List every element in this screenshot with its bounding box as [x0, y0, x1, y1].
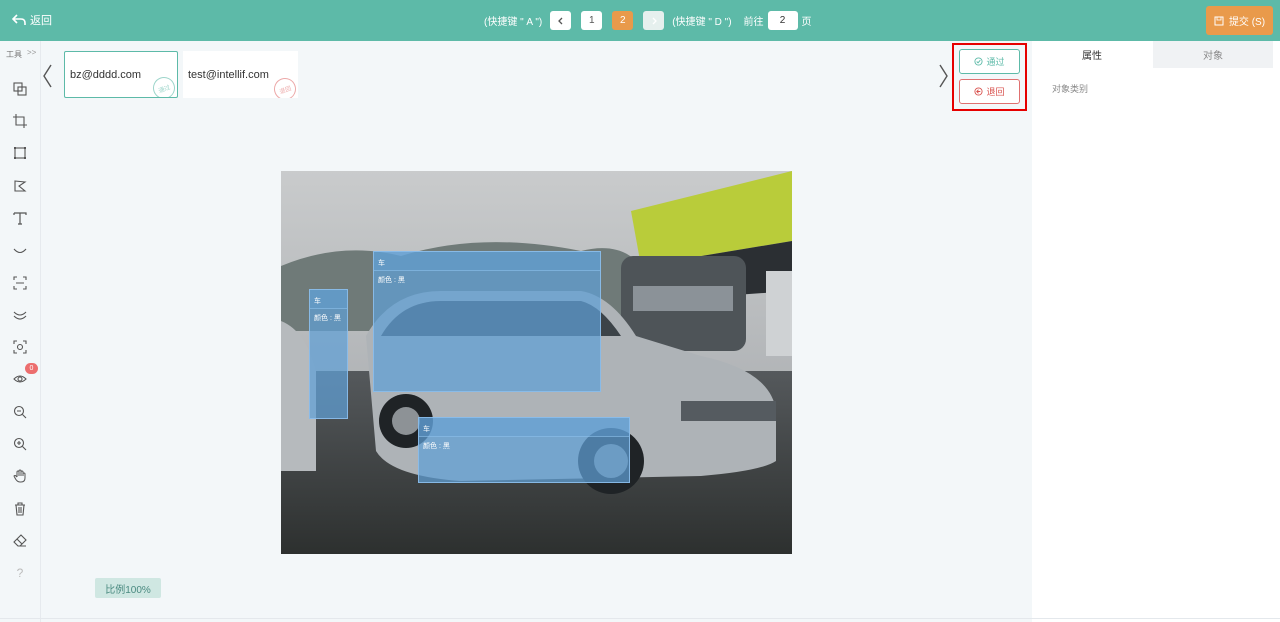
zoom-indicator: 比例100%: [95, 578, 161, 598]
return-circle-icon: [974, 87, 984, 96]
reject-button[interactable]: 退回: [959, 79, 1020, 104]
annotation-box[interactable]: 车 颜色 : 黑: [373, 251, 601, 392]
trash-icon[interactable]: [11, 500, 29, 518]
annotator-card[interactable]: test@intellif.com 退回: [183, 51, 298, 98]
tab-attributes[interactable]: 属性: [1032, 41, 1152, 68]
eraser-icon[interactable]: [11, 532, 29, 550]
crop-icon[interactable]: [11, 112, 29, 130]
back-arrow-icon: [12, 14, 26, 25]
next-hint: (快捷键 " D "): [672, 17, 732, 28]
focus-icon[interactable]: [11, 338, 29, 356]
submit-label: 提交 (S): [1228, 17, 1266, 28]
chevron-right-icon: [652, 17, 657, 24]
help-icon[interactable]: ?: [11, 564, 29, 582]
card-email: bz@dddd.com: [70, 68, 142, 81]
zoom-in-icon[interactable]: [11, 435, 29, 453]
reject-label: 退回: [986, 87, 1005, 97]
text-tool-icon[interactable]: [11, 209, 29, 227]
dashed-select-icon[interactable]: [11, 274, 29, 292]
pass-label: 通过: [986, 57, 1005, 67]
bottom-divider: [0, 618, 1280, 619]
annotation-box[interactable]: 车 颜色 : 黑: [418, 417, 630, 483]
properties-panel: 属性 对象 对象类别: [1032, 41, 1280, 622]
prev-page-button[interactable]: [550, 11, 572, 30]
tool-title: 工具: [6, 50, 22, 59]
next-item-arrow-icon[interactable]: [935, 63, 951, 89]
review-actions-highlight: 通过 退回: [952, 43, 1027, 111]
expand-toolbar-button[interactable]: >>: [27, 48, 36, 57]
prev-item-arrow-icon[interactable]: [40, 63, 56, 89]
page-button-2[interactable]: 2: [612, 11, 634, 30]
goto-label: 前往: [743, 17, 764, 28]
annotator-card-selected[interactable]: bz@dddd.com 通过: [64, 51, 178, 98]
annotation-class: 车: [378, 260, 385, 267]
annotation-attr: 颜色 : 黑: [423, 443, 450, 450]
back-button[interactable]: 返回: [12, 12, 52, 28]
check-circle-icon: [974, 57, 984, 66]
annotation-box[interactable]: 车 颜色 : 黑: [309, 289, 348, 419]
object-category-label: 对象类别: [1052, 84, 1089, 94]
copy-icon[interactable]: [11, 80, 29, 98]
reject-stamp-icon: 退回: [270, 74, 298, 98]
pass-stamp-icon: 通过: [149, 73, 177, 97]
goto-page-input[interactable]: 2: [767, 11, 798, 30]
submit-button[interactable]: 提交 (S): [1206, 6, 1273, 35]
zoom-out-icon[interactable]: [11, 403, 29, 421]
pagination: (快捷键 " A ") 1 2 (快捷键 " D ") 前往 2 页: [484, 11, 812, 30]
page-button-1[interactable]: 1: [581, 11, 603, 30]
card-email: test@intellif.com: [188, 68, 269, 81]
pass-button[interactable]: 通过: [959, 49, 1020, 74]
rectangle-icon[interactable]: [11, 144, 29, 162]
tool-sidebar: 工具 >> 0 ?: [0, 41, 41, 622]
top-bar: 返回 (快捷键 " A ") 1 2 (快捷键 " D ") 前往 2 页 提交…: [0, 0, 1280, 41]
polygon-icon[interactable]: [11, 177, 29, 195]
annotation-image[interactable]: 车 颜色 : 黑 车 颜色 : 黑 车 颜色 : 黑: [281, 171, 792, 554]
goto-suffix: 页: [801, 17, 812, 28]
prev-hint: (快捷键 " A "): [484, 17, 543, 28]
annotation-attr: 颜色 : 黑: [314, 315, 341, 322]
curve-icon[interactable]: [11, 241, 29, 259]
annotation-attr: 颜色 : 黑: [378, 277, 405, 284]
chevron-left-icon: [557, 17, 563, 24]
annotation-class: 车: [314, 298, 321, 305]
visibility-badge: 0: [25, 363, 38, 374]
tab-objects[interactable]: 对象: [1153, 41, 1273, 68]
annotation-class: 车: [423, 426, 430, 433]
save-icon: [1214, 16, 1224, 25]
next-page-button[interactable]: [643, 11, 665, 30]
hand-icon[interactable]: [11, 467, 29, 485]
multi-curve-icon[interactable]: [11, 306, 29, 324]
back-label: 返回: [30, 15, 52, 27]
